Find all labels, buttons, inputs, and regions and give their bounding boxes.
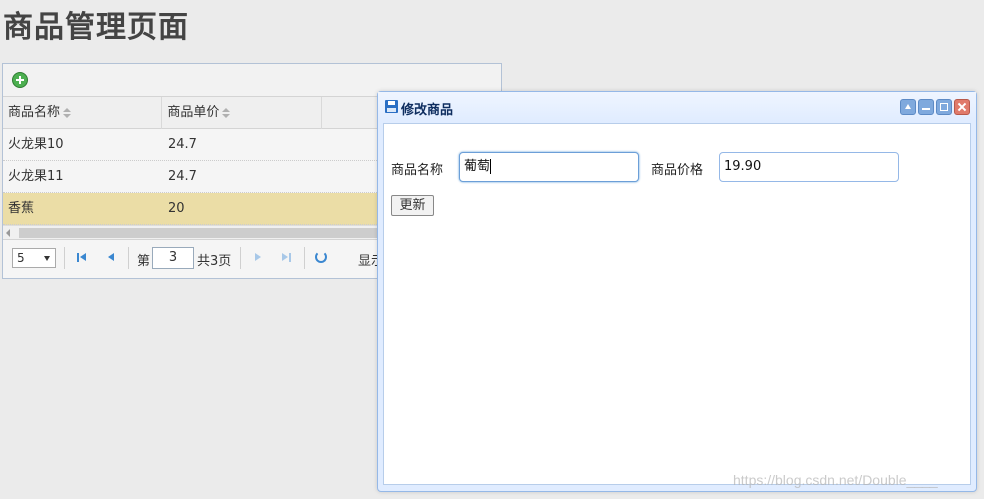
divider: [304, 247, 305, 269]
close-icon[interactable]: [954, 99, 970, 115]
cell-price: 20: [168, 201, 185, 216]
update-button[interactable]: 更新: [391, 195, 434, 216]
cell-price: 24.7: [168, 137, 197, 152]
page-size-value: 5: [17, 251, 25, 265]
divider: [128, 247, 129, 269]
sort-icon: [222, 107, 231, 118]
page-title: 商品管理页面: [3, 10, 189, 45]
maximize-icon[interactable]: [936, 99, 952, 115]
refresh-icon[interactable]: [315, 251, 327, 263]
divider: [64, 247, 65, 269]
sort-icon: [63, 107, 72, 118]
divider: [240, 247, 241, 269]
cell-price: 24.7: [168, 169, 197, 184]
scroll-left-icon[interactable]: [6, 229, 10, 237]
watermark: https://blog.csdn.net/Double____: [733, 472, 938, 488]
add-icon[interactable]: [12, 72, 28, 88]
column-header-name[interactable]: 商品名称: [3, 97, 163, 129]
dropdown-caret-icon: [44, 256, 50, 261]
dialog-title: 修改商品: [401, 103, 454, 118]
last-page-icon[interactable]: [280, 251, 294, 265]
total-pages: 共3页: [197, 254, 232, 269]
column-header-label: 商品单价: [167, 105, 220, 120]
collapse-icon[interactable]: [900, 99, 916, 115]
name-input-value: 葡萄: [464, 159, 491, 174]
next-page-icon[interactable]: [251, 251, 265, 265]
name-input[interactable]: 葡萄: [459, 152, 639, 182]
price-label: 商品价格: [651, 163, 704, 178]
minimize-icon[interactable]: [918, 99, 934, 115]
cell-name: 火龙果10: [8, 137, 64, 152]
dialog-header[interactable]: 修改商品: [378, 92, 976, 122]
text-cursor: [490, 159, 492, 174]
column-header-price[interactable]: 商品单价: [162, 97, 322, 129]
first-page-icon[interactable]: [75, 251, 89, 265]
edit-product-dialog: 修改商品 商品名称 葡萄 商品价格 19.90 更新: [377, 91, 977, 492]
name-label: 商品名称: [391, 163, 444, 178]
cell-name: 香蕉: [8, 201, 35, 216]
page-number-input[interactable]: 3: [152, 247, 194, 269]
page-size-select[interactable]: 5: [12, 248, 56, 268]
prev-page-icon[interactable]: [104, 251, 118, 265]
save-icon: [385, 100, 398, 113]
cell-name: 火龙果11: [8, 169, 64, 184]
column-header-label: 商品名称: [8, 105, 61, 120]
page-prefix: 第: [137, 254, 151, 269]
price-input[interactable]: 19.90: [719, 152, 899, 182]
dialog-body: 商品名称 葡萄 商品价格 19.90 更新: [383, 123, 971, 485]
